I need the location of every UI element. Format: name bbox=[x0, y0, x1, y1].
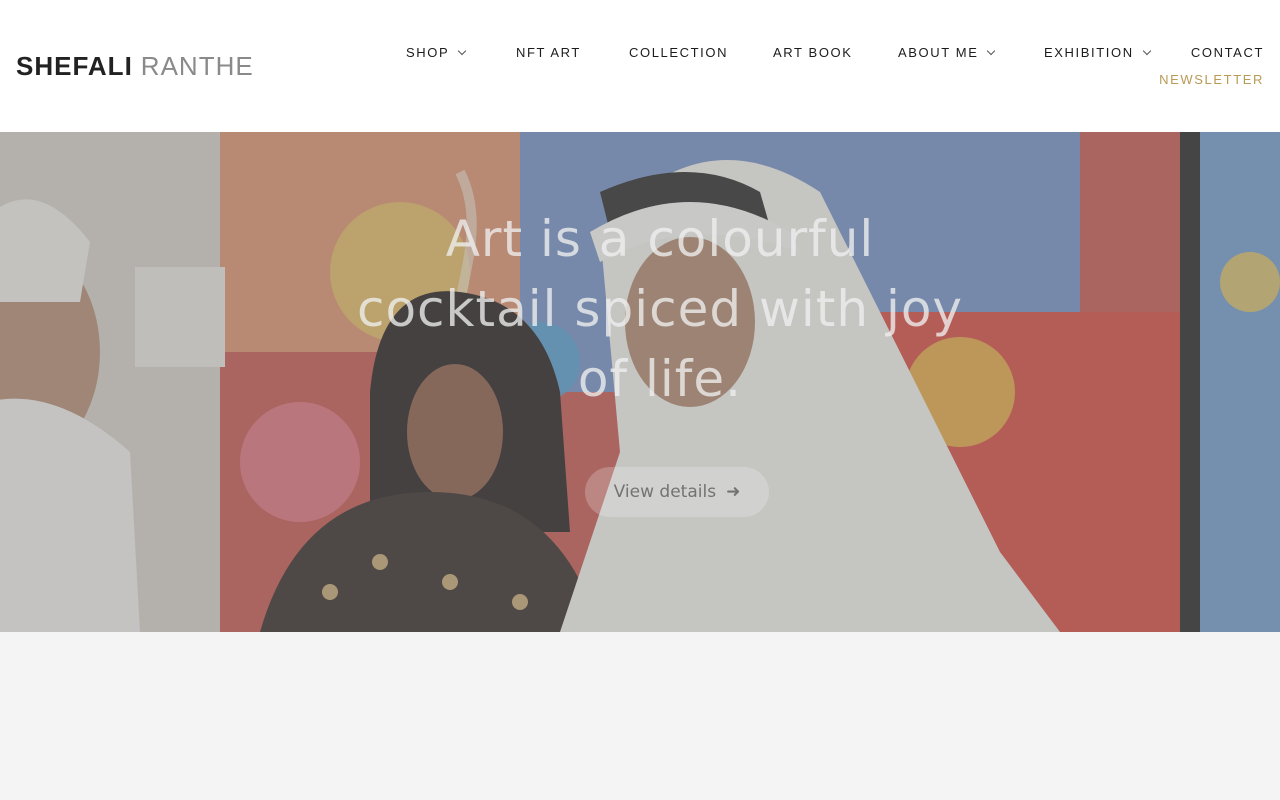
hero-banner: Art is a colourful cocktail spiced with … bbox=[0, 132, 1280, 632]
view-details-label: View details bbox=[613, 482, 717, 502]
logo-first-name: SHEFALI bbox=[16, 51, 133, 81]
nav-contact[interactable]: CONTACT bbox=[1191, 45, 1264, 61]
nav-collection[interactable]: COLLECTION bbox=[629, 45, 728, 61]
nav-newsletter-label: NEWSLETTER bbox=[1159, 72, 1264, 87]
site-header: SHEFALI RANTHE SHOP NFT ART COLLECTION AR… bbox=[0, 0, 1280, 132]
arrow-right-icon: ➜ bbox=[726, 482, 741, 502]
chevron-down-icon bbox=[987, 46, 996, 56]
nav-about-me-label: ABOUT ME bbox=[898, 45, 979, 60]
nav-shop-label: SHOP bbox=[406, 45, 450, 60]
nav-nft-art[interactable]: NFT ART bbox=[516, 45, 581, 61]
nav-art-book-label: ART BOOK bbox=[773, 45, 853, 60]
logo-last-name: RANTHE bbox=[140, 51, 254, 81]
hero-headline: Art is a colourful cocktail spiced with … bbox=[356, 210, 964, 408]
view-details-button[interactable]: View details ➜ bbox=[585, 467, 769, 517]
page-content-area bbox=[0, 632, 1280, 800]
nav-exhibition-label: EXHIBITION bbox=[1044, 45, 1134, 60]
nav-nft-art-label: NFT ART bbox=[516, 45, 581, 60]
nav-contact-label: CONTACT bbox=[1190, 45, 1264, 60]
nav-about-me[interactable]: ABOUT ME bbox=[898, 45, 996, 61]
nav-shop[interactable]: SHOP bbox=[406, 45, 467, 61]
site-logo[interactable]: SHEFALI RANTHE bbox=[16, 52, 254, 80]
chevron-down-icon bbox=[1142, 46, 1151, 56]
nav-collection-label: COLLECTION bbox=[629, 45, 729, 60]
nav-art-book[interactable]: ART BOOK bbox=[773, 45, 853, 61]
nav-newsletter[interactable]: NEWSLETTER bbox=[1159, 72, 1264, 88]
chevron-down-icon bbox=[458, 46, 467, 56]
nav-exhibition[interactable]: EXHIBITION bbox=[1044, 45, 1151, 61]
